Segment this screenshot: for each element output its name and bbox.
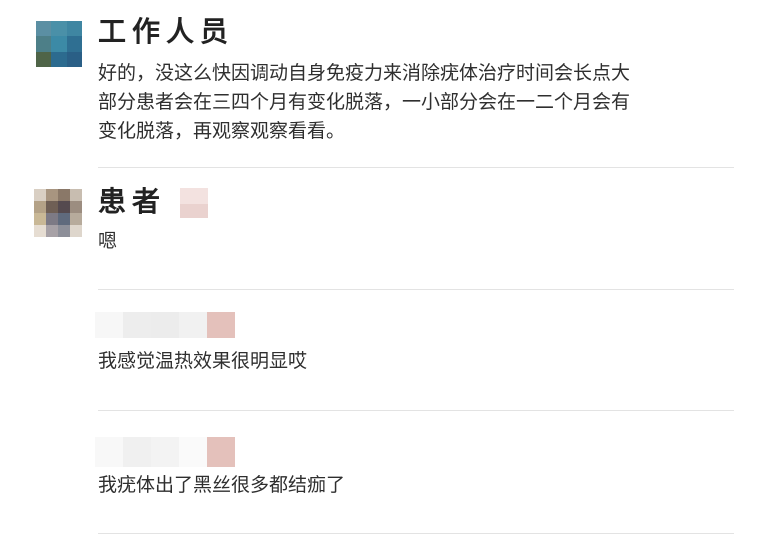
divider xyxy=(98,289,734,290)
message-line: 好的，没这么快因调动自身免疫力来消除疣体治疗时间会长点大 xyxy=(98,62,631,84)
message-text: 我感觉温热效果很明显哎 xyxy=(98,347,307,376)
blurred-sender-name xyxy=(95,312,235,338)
sender-name: 工作人员 xyxy=(98,15,235,48)
message-line: 我疣体出了黑丝很多都结痂了 xyxy=(98,474,346,496)
patient-avatar[interactable] xyxy=(34,189,82,237)
message-line: 部分患者会在三四个月有变化脱落，一小部分会在一二个月会有 xyxy=(98,91,631,113)
message-text: 好的，没这么快因调动自身免疫力来消除疣体治疗时间会长点大 部分患者会在三四个月有… xyxy=(98,59,630,146)
message-line: 我感觉温热效果很明显哎 xyxy=(98,350,308,372)
message-text: 嗯 xyxy=(98,227,117,256)
divider xyxy=(98,533,734,534)
blurred-name-block xyxy=(180,188,208,218)
staff-avatar[interactable] xyxy=(36,21,82,67)
blurred-sender-name xyxy=(95,437,235,467)
message-line: 变化脱落，再观察观察看看。 xyxy=(98,120,346,142)
sender-name: 患者 xyxy=(98,185,167,218)
divider xyxy=(98,410,734,411)
divider xyxy=(98,167,734,168)
message-text: 我疣体出了黑丝很多都结痂了 xyxy=(98,471,345,500)
message-line: 嗯 xyxy=(98,230,118,252)
